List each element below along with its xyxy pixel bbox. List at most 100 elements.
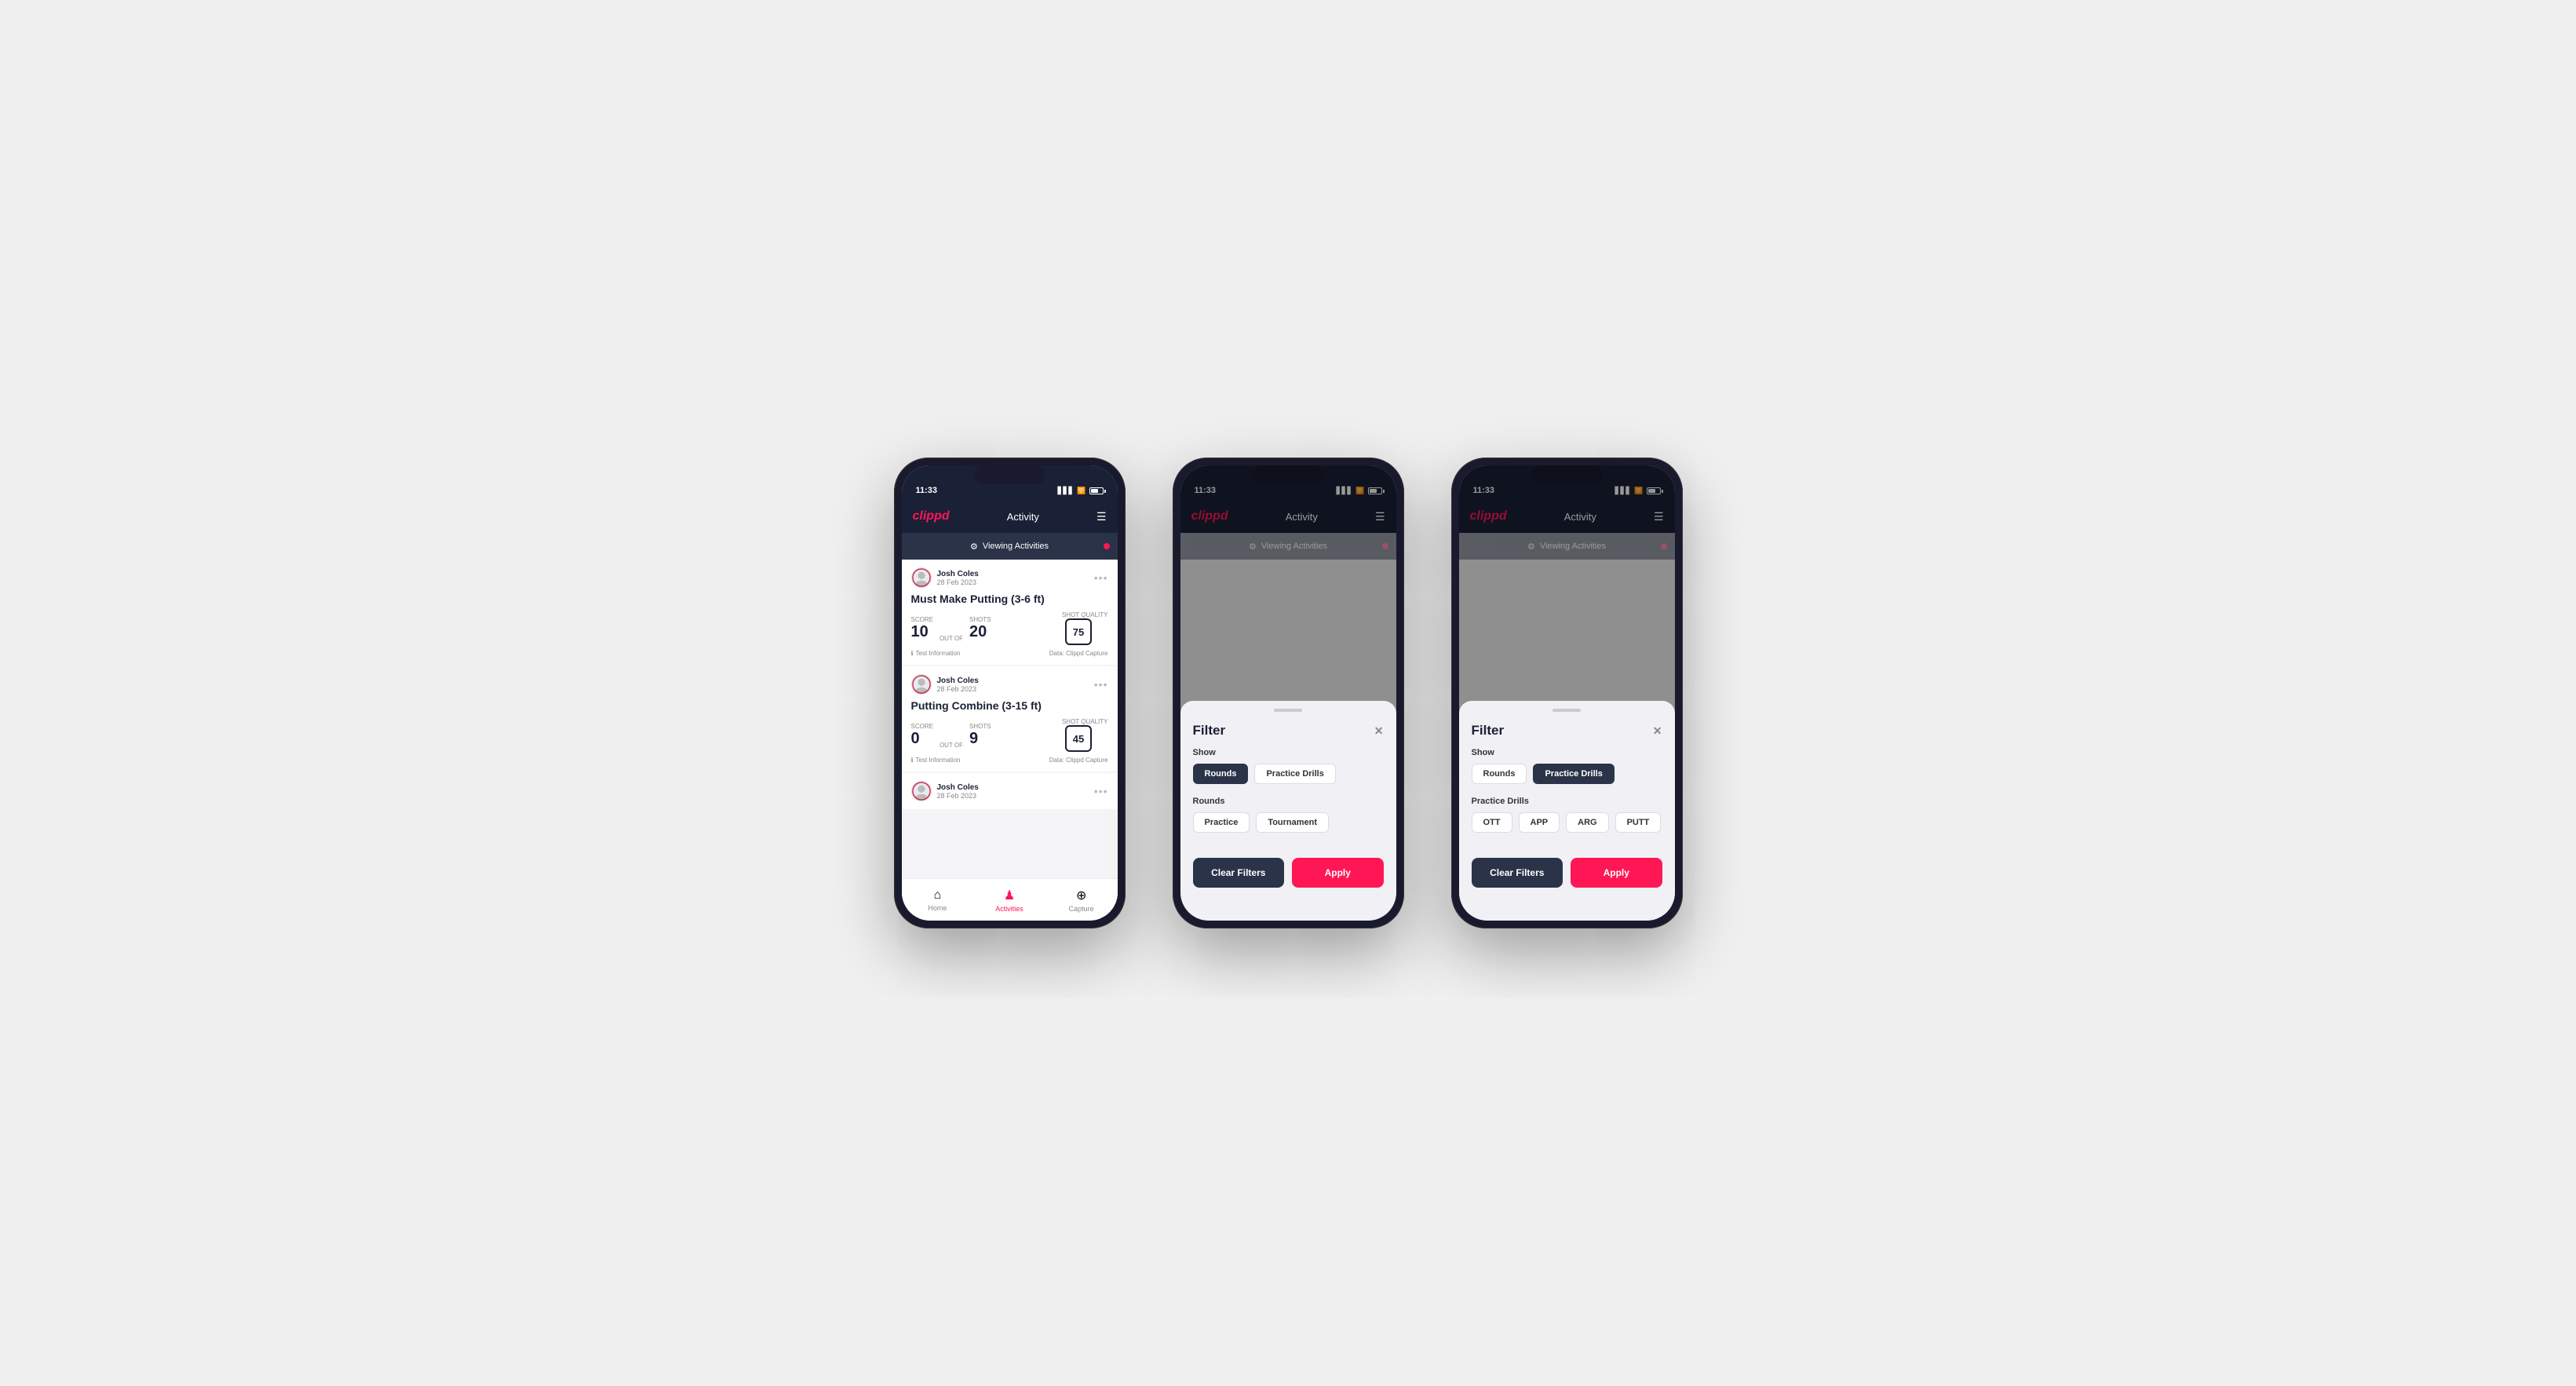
avatar-inner-3 [912,782,931,801]
hamburger-icon-1[interactable]: ☰ [1096,510,1107,523]
modal-close-3[interactable]: ✕ [1653,724,1662,738]
score-label-2: Score [911,723,933,730]
shot-quality-group-1: Shot Quality 75 [1062,611,1108,645]
signal-icon-1: ▋▋▋ [1058,487,1075,495]
nav-activities-1[interactable]: ♟ Activities [973,888,1045,913]
score-value-2: 0 [911,730,933,747]
modal-body-3: Show Rounds Practice Drills Practice Dri… [1459,748,1675,833]
user-name-3: Josh Coles [937,783,979,792]
modal-title-3: Filter [1472,723,1505,739]
score-group-2: Score 0 [911,723,933,747]
card-header-1: Josh Coles 28 Feb 2023 ••• [911,567,1108,588]
more-dots-2[interactable]: ••• [1094,678,1108,691]
show-chips-2: Rounds Practice Drills [1193,764,1384,784]
nav-home-1[interactable]: ⌂ Home [902,888,974,912]
score-label-1: Score [911,616,933,623]
info-icon-1: ℹ [911,650,914,657]
info-icon-2: ℹ [911,757,914,764]
user-date-2: 28 Feb 2023 [937,685,979,693]
filter-modal-3: Filter ✕ Show Rounds Practice Drills Pra… [1459,465,1675,921]
apply-button-2[interactable]: Apply [1292,858,1384,888]
activity-card-3: Josh Coles 28 Feb 2023 ••• [902,773,1118,809]
card-stats-1: Score 10 OUT OF Shots 20 Shot Quality 75 [911,611,1108,645]
show-label-3: Show [1472,748,1662,757]
filter-icon-1: ⚙ [970,542,978,552]
shots-value-2: 9 [969,730,991,747]
shots-group-1: Shots 20 [969,616,991,640]
nav-activities-label-1: Activities [995,905,1023,913]
avatar-2 [911,674,932,695]
practice-drills-chip-2[interactable]: Practice Drills [1254,764,1335,784]
card-footer-1: ℹ Test Information Data: Clippd Capture [911,650,1108,657]
modal-body-2: Show Rounds Practice Drills Rounds Pract… [1180,748,1396,833]
user-info-3: Josh Coles 28 Feb 2023 [911,781,979,801]
card-header-3: Josh Coles 28 Feb 2023 ••• [911,781,1108,801]
rounds-chip-3[interactable]: Rounds [1472,764,1527,784]
shots-value-1: 20 [969,623,991,640]
practice-drills-section-label-3: Practice Drills [1472,797,1662,806]
user-info-2: Josh Coles 28 Feb 2023 [911,674,979,695]
show-label-2: Show [1193,748,1384,757]
shot-quality-label-2: Shot Quality [1062,718,1108,725]
modal-sheet-3: Filter ✕ Show Rounds Practice Drills Pra… [1459,701,1675,921]
phone-3-screen: 11:33 ▋▋▋ 🛜 clippd Activity ☰ ⚙ Viewing … [1459,465,1675,921]
show-chips-3: Rounds Practice Drills [1472,764,1662,784]
wifi-icon-1: 🛜 [1077,487,1085,495]
card-footer-2: ℹ Test Information Data: Clippd Capture [911,757,1108,764]
filter-modal-2: Filter ✕ Show Rounds Practice Drills Rou… [1180,465,1396,921]
data-source-2: Data: Clippd Capture [1049,757,1108,764]
more-dots-1[interactable]: ••• [1094,571,1108,584]
more-dots-3[interactable]: ••• [1094,785,1108,797]
tournament-chip-2[interactable]: Tournament [1256,812,1329,833]
arg-chip-3[interactable]: ARG [1566,812,1608,833]
rounds-chip-2[interactable]: Rounds [1193,764,1249,784]
shot-quality-badge-2: 45 [1065,725,1092,752]
ott-chip-3[interactable]: OTT [1472,812,1512,833]
bottom-nav-1: ⌂ Home ♟ Activities ⊕ Capture [902,878,1118,921]
avatar-inner-1 [912,568,931,587]
out-of-1: OUT OF [940,635,963,642]
practice-drills-chip-3[interactable]: Practice Drills [1533,764,1614,784]
shot-quality-badge-1: 75 [1065,618,1092,645]
status-icons-1: ▋▋▋ 🛜 [1058,487,1104,495]
user-details-1: Josh Coles 28 Feb 2023 [937,570,979,586]
modal-title-2: Filter [1193,723,1226,739]
shots-label-2: Shots [969,723,991,730]
card-stats-2: Score 0 OUT OF Shots 9 Shot Quality 45 [911,718,1108,752]
putt-chip-3[interactable]: PUTT [1615,812,1662,833]
shot-quality-value-2: 45 [1073,733,1084,745]
avatar-1 [911,567,932,588]
modal-handle-3 [1553,709,1581,712]
app-chip-3[interactable]: APP [1519,812,1560,833]
nav-home-label-1: Home [928,904,947,912]
modal-header-3: Filter ✕ [1459,723,1675,748]
nav-capture-1[interactable]: ⊕ Capture [1045,888,1118,913]
test-info-2: ℹ Test Information [911,757,961,764]
user-details-3: Josh Coles 28 Feb 2023 [937,783,979,800]
viewing-bar-1[interactable]: ⚙ Viewing Activities [902,533,1118,560]
clear-filters-button-3[interactable]: Clear Filters [1472,858,1563,888]
test-info-1: ℹ Test Information [911,650,961,657]
shots-label-1: Shots [969,616,991,623]
practice-chip-2[interactable]: Practice [1193,812,1250,833]
status-time-1: 11:33 [916,486,938,495]
card-header-2: Josh Coles 28 Feb 2023 ••• [911,674,1108,695]
phone-1: 11:33 ▋▋▋ 🛜 clippd Activity ☰ ⚙ Viewing … [894,458,1126,928]
user-details-2: Josh Coles 28 Feb 2023 [937,677,979,693]
home-icon-1: ⌂ [934,888,942,903]
notification-dot-1 [1104,543,1110,549]
capture-icon-1: ⊕ [1076,888,1086,903]
user-info-1: Josh Coles 28 Feb 2023 [911,567,979,588]
scene: 11:33 ▋▋▋ 🛜 clippd Activity ☰ ⚙ Viewing … [847,410,1730,976]
modal-close-2[interactable]: ✕ [1374,724,1384,738]
nav-capture-label-1: Capture [1069,905,1094,913]
phone-1-screen: 11:33 ▋▋▋ 🛜 clippd Activity ☰ ⚙ Viewing … [902,465,1118,921]
clear-filters-button-2[interactable]: Clear Filters [1193,858,1285,888]
shot-quality-label-1: Shot Quality [1062,611,1108,618]
apply-button-3[interactable]: Apply [1571,858,1662,888]
activity-card-2: Josh Coles 28 Feb 2023 ••• Putting Combi… [902,666,1118,771]
viewing-bar-text-1: Viewing Activities [983,542,1049,551]
score-group-1: Score 10 [911,616,933,640]
app-header-1: clippd Activity ☰ [902,500,1118,533]
notch-1 [974,465,1045,484]
